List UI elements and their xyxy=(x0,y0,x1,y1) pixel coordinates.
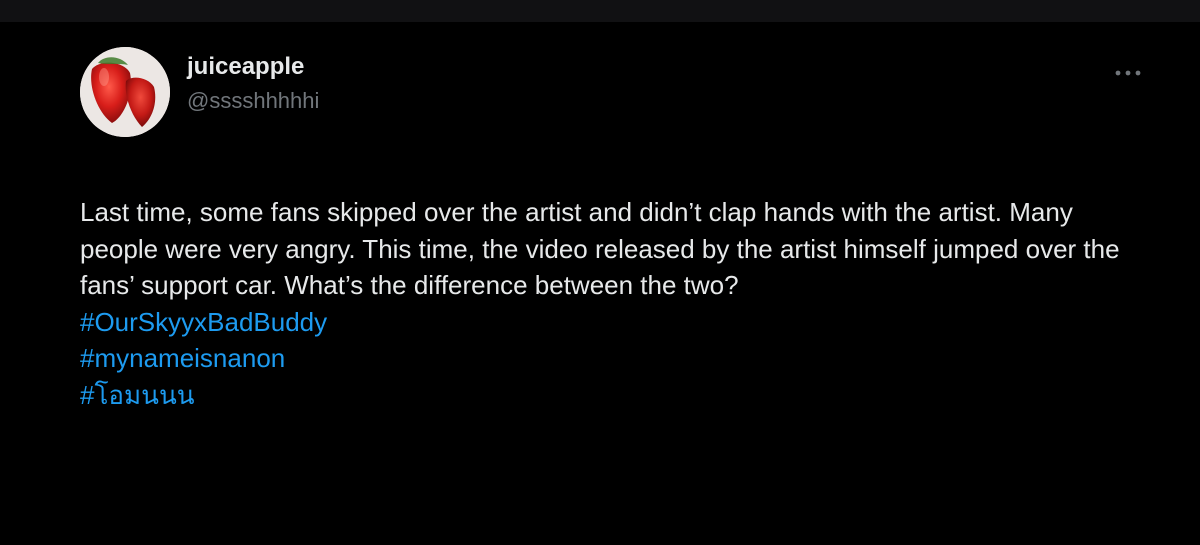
tweet-body: Last time, some fans skipped over the ar… xyxy=(80,194,1130,413)
hashtag-link[interactable]: #OurSkyyxBadBuddy xyxy=(80,304,1130,341)
strawberry-avatar-icon xyxy=(80,47,170,137)
tweet-text: Last time, some fans skipped over the ar… xyxy=(80,197,1120,300)
tweet-card[interactable]: juiceapple @sssshhhhhi Last time, some f… xyxy=(0,22,1200,545)
hashtag-link[interactable]: #mynameisnanon xyxy=(80,340,1130,377)
more-options-icon xyxy=(1115,70,1141,76)
user-avatar[interactable] xyxy=(80,47,170,137)
user-handle[interactable]: @sssshhhhhi xyxy=(187,86,319,116)
top-strip xyxy=(0,0,1200,22)
more-options-button[interactable] xyxy=(1108,58,1148,88)
display-name[interactable]: juiceapple xyxy=(187,52,319,82)
hashtag-link[interactable]: #โอมนนน xyxy=(80,377,1130,414)
user-info[interactable]: juiceapple @sssshhhhhi xyxy=(187,52,319,116)
